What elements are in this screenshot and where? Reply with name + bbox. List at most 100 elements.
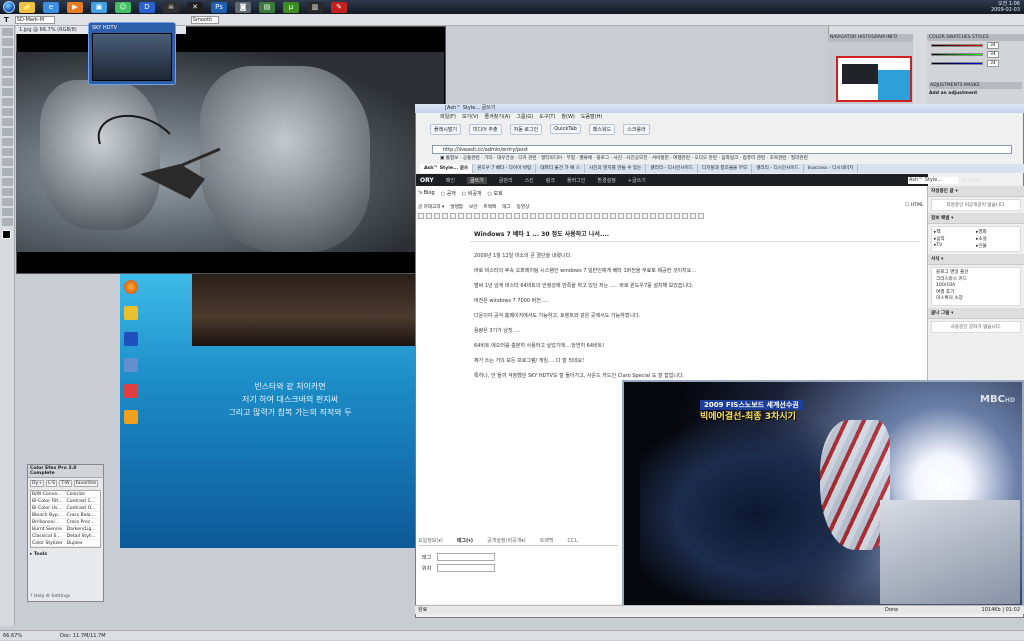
template-item[interactable]: 미스톡의 소장: [936, 296, 1016, 303]
tv-mini-screen[interactable]: [92, 33, 172, 81]
format-button-icon[interactable]: [530, 212, 536, 219]
editor-bottom-tab[interactable]: 요일정보(▾): [418, 537, 443, 544]
efex-filter-item[interactable]: Duplex: [65, 540, 100, 547]
efex-filter-item[interactable]: B/W Conve...: [31, 491, 66, 498]
editor-option[interactable]: 트랙백: [484, 204, 497, 210]
browser-tool-button[interactable]: 패스워드: [588, 123, 616, 135]
format-button-icon[interactable]: [466, 212, 472, 219]
sky-hdtv-mini-window[interactable]: SKY HDTV: [88, 22, 176, 85]
efex-tab[interactable]: T-W: [59, 480, 72, 487]
sidebar-info-item[interactable]: ▸책: [934, 229, 976, 235]
browser-menu-item[interactable]: 그룹(G): [516, 113, 533, 122]
logout-link[interactable]: 로그아웃: [962, 177, 980, 184]
format-button-icon[interactable]: [698, 212, 704, 219]
efex-filter-item[interactable]: Cross Bala...: [65, 512, 100, 519]
format-button-icon[interactable]: [418, 212, 424, 219]
editor-bottom-tab[interactable]: 공개설정(비공개▾): [487, 537, 526, 544]
browser-menu-item[interactable]: 도구(T): [539, 113, 555, 122]
camera-taskbar-icon[interactable]: ◙: [235, 1, 251, 13]
move-tool-icon[interactable]: [1, 28, 13, 36]
efex-filter-item[interactable]: Color Stylizer: [31, 540, 66, 547]
efex-filter-item[interactable]: Cross Proc...: [65, 519, 100, 526]
dodge-tool-icon[interactable]: [1, 158, 13, 166]
format-button-icon[interactable]: [426, 212, 432, 219]
efex-tab[interactable]: Dy+: [30, 480, 45, 487]
red-value[interactable]: 34: [987, 42, 999, 49]
skull-taskbar-icon[interactable]: ☠: [163, 1, 179, 13]
sidebar-section-title[interactable]: 서식 ▾: [928, 254, 1024, 265]
shape-tool-icon[interactable]: [1, 198, 13, 206]
blog-nav-item[interactable]: 스킨: [525, 177, 534, 184]
sidebar-info-item[interactable]: ▸TV: [934, 243, 976, 249]
color-panel-tabs[interactable]: COLOR SWATCHES STYLES: [927, 34, 1024, 41]
media-taskbar-icon[interactable]: ▶: [67, 1, 83, 13]
browser-tab[interactable]: 갤러리 - 디시인사이드: [646, 164, 699, 173]
browser-tab[interactable]: 대파티 물건 가 예 스: [536, 164, 586, 173]
navigator-tabs[interactable]: NAVIGATOR HISTOGRAM INFO: [828, 34, 913, 42]
feather-taskbar-icon[interactable]: ✎: [331, 1, 347, 13]
efex-filter-item[interactable]: Brilliance/...: [31, 519, 66, 526]
format-button-icon[interactable]: [642, 212, 648, 219]
sidebar-info-item[interactable]: ▸소설: [976, 236, 1018, 242]
browser-tool-button[interactable]: 플래시벌기: [430, 123, 462, 135]
format-button-icon[interactable]: [474, 212, 480, 219]
photoshop-taskbar-icon[interactable]: Ps: [211, 1, 227, 13]
editor-option[interactable]: 글 카테고리 ▾: [418, 204, 444, 210]
editor-bottom-tab[interactable]: 태그(▾): [457, 537, 473, 544]
tv-taskbar-icon[interactable]: ▥: [307, 1, 323, 13]
sidebar-section-title[interactable]: 글나 그림 ▾: [928, 307, 1024, 319]
efex-filter-item[interactable]: Detail Styli...: [65, 533, 100, 540]
heal-tool-icon[interactable]: [1, 88, 13, 96]
font-family-field[interactable]: SD-Mark-M: [14, 15, 55, 24]
red-slider[interactable]: [931, 44, 983, 47]
efex-footer[interactable]: ? Help ⚙ Settings: [30, 594, 70, 599]
format-button-icon[interactable]: [626, 212, 632, 219]
browser-tab[interactable]: 갤러리 - 디시인사이드: [752, 164, 804, 173]
lasso-tool-icon[interactable]: [1, 48, 13, 56]
blur-tool-icon[interactable]: [1, 148, 13, 156]
blog-nav-item[interactable]: 메인: [446, 177, 455, 184]
eyedropper-tool-icon[interactable]: [1, 78, 13, 86]
editor-bottom-tab[interactable]: CCL: [568, 538, 578, 544]
post-body[interactable]: 2009년 1월 12일 마소의 큰 결단을 내렸니다. 바로 비스타의 후속 오…: [474, 252, 914, 387]
format-button-icon[interactable]: [602, 212, 608, 219]
format-button-icon[interactable]: [658, 212, 664, 219]
blog-nav-item[interactable]: +글쓰기: [628, 177, 646, 184]
navigator-thumbnail[interactable]: [836, 56, 912, 102]
editor-bottom-tab[interactable]: 트랙백: [540, 537, 554, 544]
format-button-icon[interactable]: [618, 212, 624, 219]
format-button-icon[interactable]: [450, 212, 456, 219]
html-toggle[interactable]: ☐ HTML: [905, 203, 930, 208]
format-button-icon[interactable]: [578, 212, 584, 219]
blog-nav-item[interactable]: 환경설정: [597, 177, 615, 184]
format-button-icon[interactable]: [682, 212, 688, 219]
format-button-icon[interactable]: [554, 212, 560, 219]
blog-nav-item[interactable]: 글관리: [499, 177, 513, 184]
wand-tool-icon[interactable]: [1, 58, 13, 66]
browser-tab[interactable]: Ash™ Style... 글쓰: [420, 164, 474, 173]
format-button-icon[interactable]: [594, 212, 600, 219]
tool-desktop-icon[interactable]: [124, 358, 138, 372]
efex-tools-section[interactable]: ▸ Tools: [28, 549, 103, 560]
blog-search-input[interactable]: Ash™ Style...: [908, 176, 958, 184]
browser-tab[interactable]: Inaccess - 디시네이치: [804, 164, 859, 173]
format-button-icon[interactable]: [650, 212, 656, 219]
browser-tab[interactable]: 사진의 엔지를 만들 수 있는: [585, 164, 647, 173]
browser-menu-item[interactable]: 보기(V): [462, 113, 479, 122]
browser-tab[interactable]: 디지털과 창조물을 부모: [698, 164, 753, 173]
eraser-tool-icon[interactable]: [1, 128, 13, 136]
efex-filter-item[interactable]: Burnt Sienna: [31, 526, 66, 533]
type-tool-icon[interactable]: T: [4, 16, 9, 24]
efex-filter-item[interactable]: Contrast O...: [65, 505, 100, 512]
player-taskbar-icon[interactable]: D: [139, 1, 155, 13]
efex-filter-item[interactable]: Contrast C...: [65, 498, 100, 505]
visibility-radio[interactable]: ○ 공개: [441, 190, 456, 197]
format-button-icon[interactable]: [562, 212, 568, 219]
efex-filter-item[interactable]: Classical S...: [31, 533, 66, 540]
format-button-icon[interactable]: [666, 212, 672, 219]
foreground-color-swatch[interactable]: [2, 230, 11, 239]
blog-nav-item[interactable]: 글쓰기: [466, 176, 487, 184]
app-desktop-icon[interactable]: [124, 306, 138, 320]
paint-taskbar-icon[interactable]: ▣: [91, 1, 107, 13]
blog-select[interactable]: 's Blog: [418, 190, 435, 196]
